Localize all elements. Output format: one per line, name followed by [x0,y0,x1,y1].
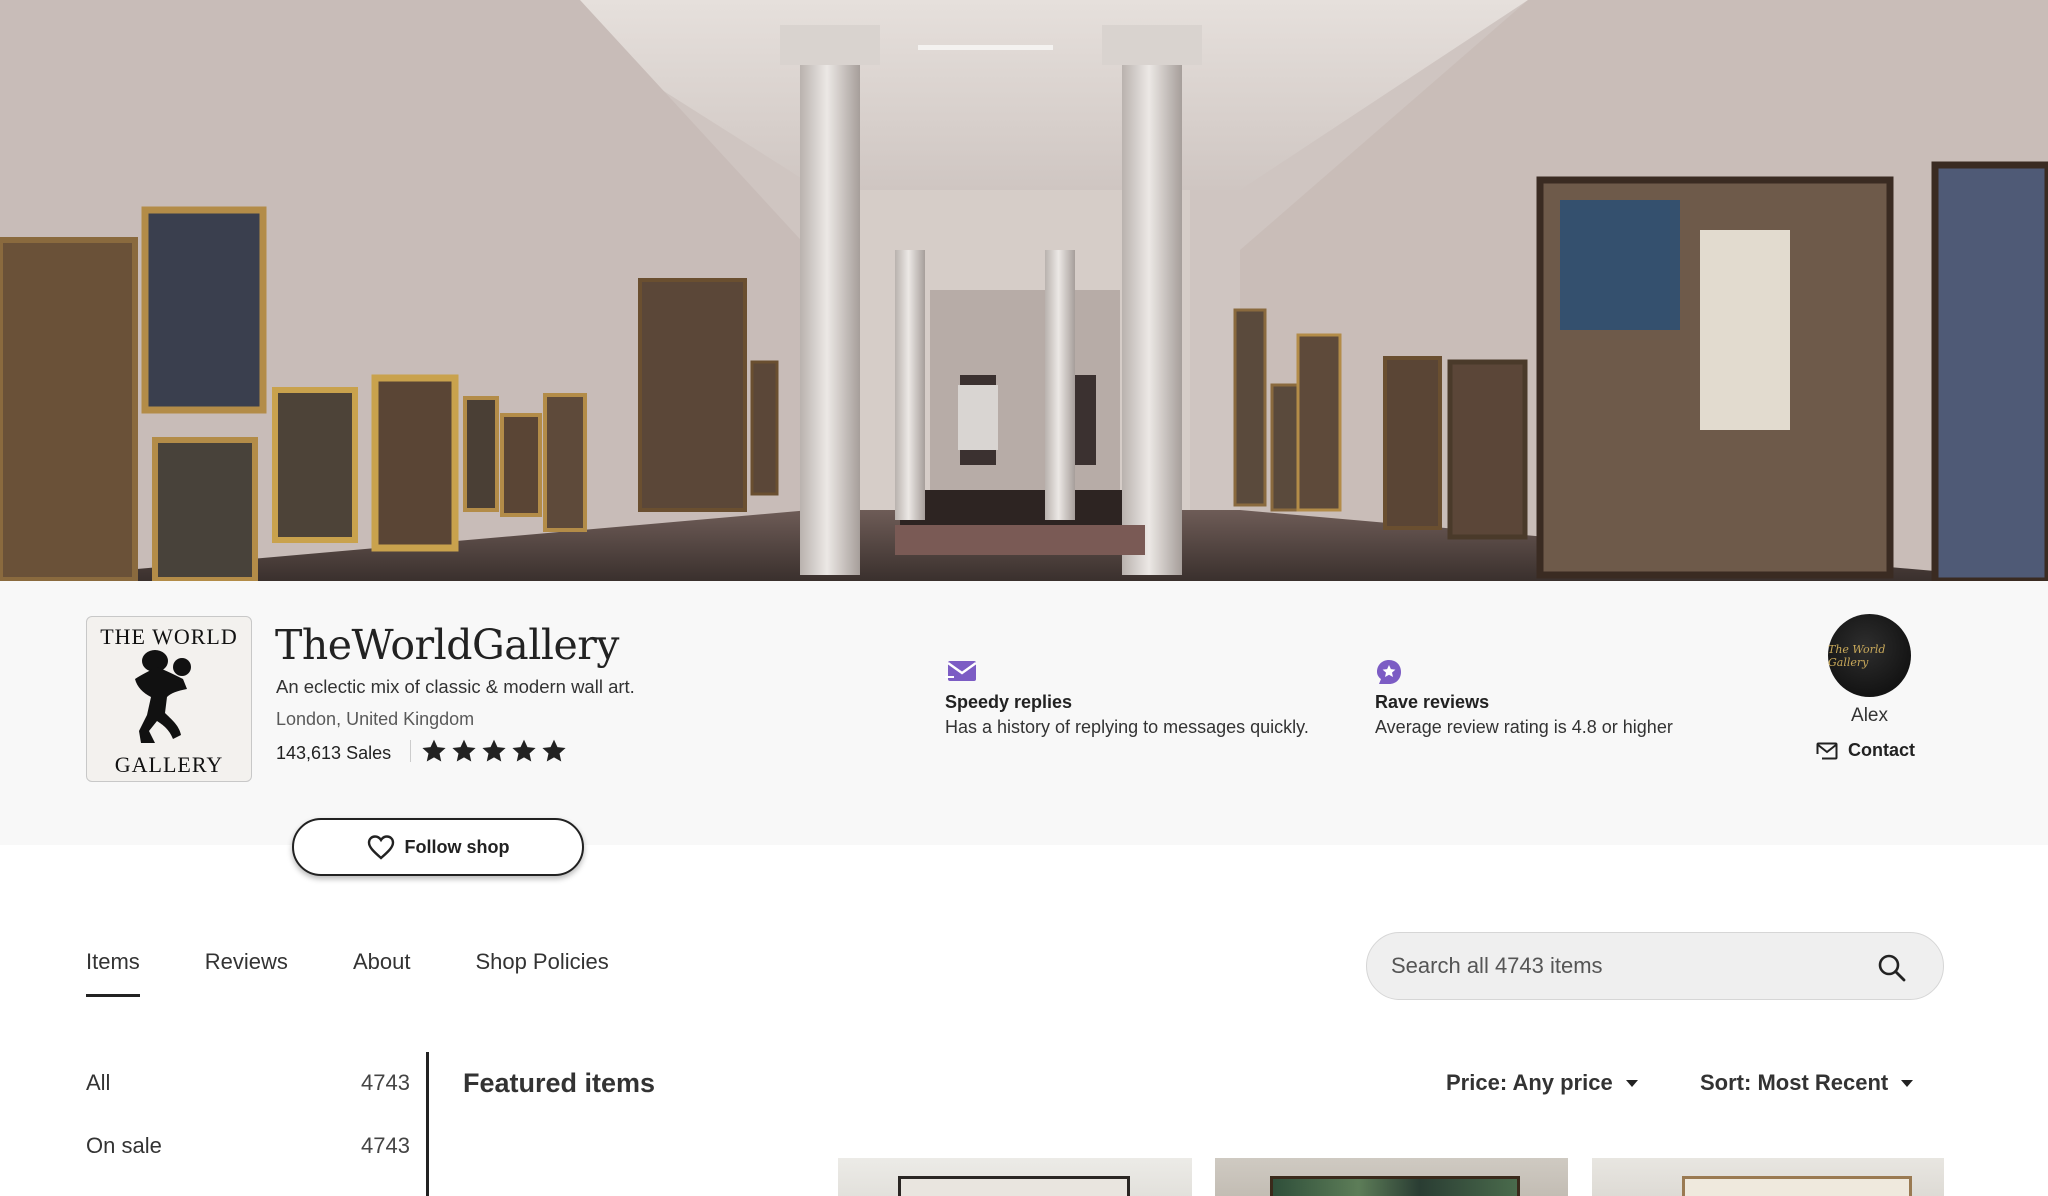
caret-down-icon [1625,1080,1638,1087]
shop-sales-count: 143,613 Sales [276,743,392,763]
shop-search-box [1366,932,1944,1000]
rating-stars[interactable] [410,736,571,766]
sort-dropdown[interactable]: Sort: Most Recent [1700,1070,1914,1096]
listing-thumbnail[interactable] [1592,1158,1944,1196]
owner-avatar-text: The World Gallery [1828,642,1886,669]
sidebar-item-label: All [86,1070,111,1095]
sales-divider [410,740,411,762]
shop-banner-image [0,0,2048,581]
listing-thumbnail[interactable] [838,1158,1192,1196]
star-icon [422,739,446,762]
shop-name: TheWorldGallery [275,621,619,669]
shop-nav-tabs: Items Reviews About Shop Policies [86,949,674,997]
speedy-replies-desc: Has a history of replying to messages qu… [945,717,1309,737]
owner-name[interactable]: Alex [1828,705,1911,727]
mail-icon [1816,742,1838,760]
tab-shop-policies[interactable]: Shop Policies [475,949,608,997]
star-icon [482,739,506,762]
framed-art-image [1682,1176,1912,1196]
owner-avatar[interactable]: The World Gallery [1828,614,1911,697]
contact-label: Contact [1848,740,1915,760]
contact-owner-link[interactable]: Contact [1816,740,1915,761]
price-filter-dropdown[interactable]: Price: Any price [1446,1070,1639,1096]
shop-search-input[interactable] [1391,953,1851,979]
tab-about[interactable]: About [353,949,411,997]
section-sidebar: All 4743 On sale 4743 [86,1052,428,1178]
logo-text-bottom: GALLERY [114,752,224,777]
speedy-envelope-icon [945,661,977,681]
framed-art-image [898,1176,1130,1196]
shop-header: THE WORLD GALLERY TheWorldGallery An ecl… [0,581,2048,845]
follow-shop-button[interactable]: Follow shop [292,818,584,876]
sidebar-item-all[interactable]: All 4743 [86,1052,428,1115]
rave-reviews-star-icon [1377,660,1401,684]
sidebar-item-count: 4743 [361,1133,410,1158]
speedy-replies-title: Speedy replies [945,692,1073,712]
price-filter-label: Price: Any price [1446,1070,1613,1095]
star-icon [452,739,476,762]
tab-reviews[interactable]: Reviews [205,949,288,997]
discobolus-statue-icon [135,650,191,743]
shop-location: London, United Kingdom [276,709,475,729]
search-icon[interactable] [1877,953,1907,983]
shop-logo[interactable]: THE WORLD GALLERY [86,616,252,782]
star-icon [542,739,566,762]
listing-thumbnail[interactable] [1215,1158,1568,1196]
sidebar-item-label: On sale [86,1133,162,1158]
follow-shop-label: Follow shop [404,836,510,857]
sort-label: Sort: Most Recent [1700,1070,1889,1095]
rave-reviews-desc: Average review rating is 4.8 or higher [1375,717,1673,737]
star-icon [512,739,536,762]
sidebar-item-count: 4743 [361,1070,410,1095]
caret-down-icon [1901,1080,1914,1087]
sidebar-item-on-sale[interactable]: On sale 4743 [86,1115,428,1178]
rave-reviews-title: Rave reviews [1375,692,1490,712]
shop-tagline: An eclectic mix of classic & modern wall… [276,676,635,697]
sidebar-active-indicator [426,1052,429,1196]
heart-icon [367,835,394,860]
gallery-hall-illustration [0,0,2048,581]
framed-art-image [1270,1176,1520,1196]
featured-items-heading: Featured items [463,1068,656,1098]
tab-items[interactable]: Items [86,949,140,997]
